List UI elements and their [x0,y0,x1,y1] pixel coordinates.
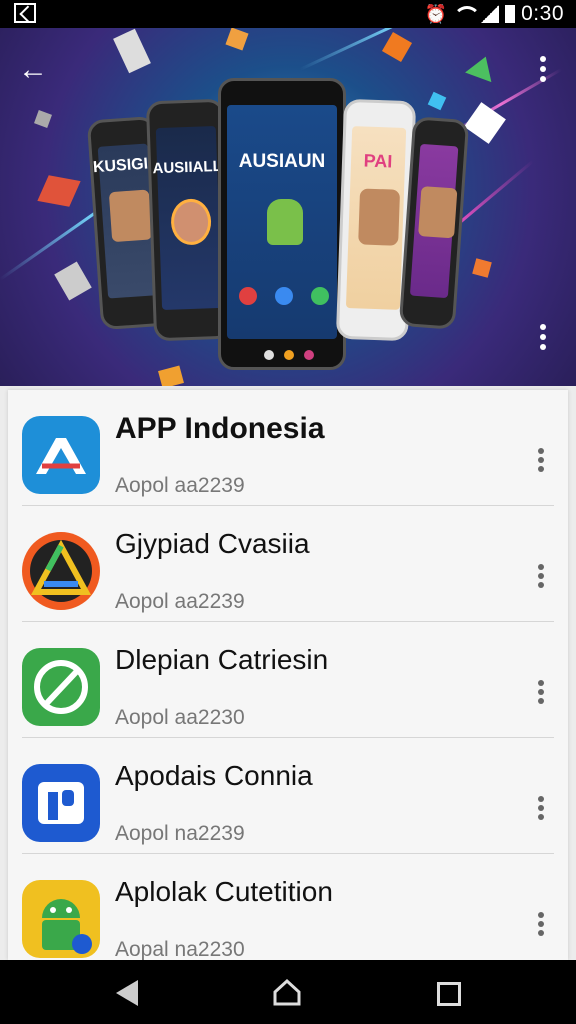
list-item[interactable]: Aplolak Cutetition Aopal na2230 [8,854,568,960]
notification-icon [14,3,36,23]
decor-shape [427,91,447,111]
app-subtitle: Aopol aa2239 [115,590,245,613]
phone-title: PAI [363,150,393,172]
phone-title: AUSIIALL [152,157,223,178]
app-name: Gjypiad Cvasiia [115,528,310,559]
decor-shape [381,31,413,63]
app-name: Apodais Connia [115,760,313,791]
decor-shape [54,261,92,301]
decor-shape [37,175,81,207]
more-vert-icon[interactable] [538,564,546,591]
alarm-icon: ⏰ [424,3,448,24]
triangle-logo-icon [22,532,100,610]
blue-a-logo-icon [22,416,100,494]
app-list-panel: APP Indonesia Aopol aa2239 Gjypiad Cvasi… [0,386,576,960]
wifi-icon [453,6,482,22]
status-time: 0:30 [521,2,564,25]
decor-shape [464,102,506,144]
more-vert-icon[interactable] [538,912,546,939]
back-arrow-icon[interactable]: ← [18,54,50,86]
status-bar: ⏰ 0:30 [0,0,576,28]
app-subtitle: Aopol aa2230 [115,706,245,729]
app-dot-icon [311,287,329,305]
signal-icon [481,5,500,23]
phone-mockup: AUSIAUN [218,78,346,370]
app-list: APP Indonesia Aopol aa2239 Gjypiad Cvasi… [8,390,568,960]
app-dot-icon [239,287,257,305]
list-item[interactable]: Gjypiad Cvasiia Aopol aa2239 [8,506,568,622]
blue-p-logo-icon [22,764,100,842]
page-dot[interactable] [304,350,314,360]
android-icon [22,880,100,958]
decor-shape [472,258,492,278]
navigation-bar [0,960,576,1024]
green-leaf-icon [22,648,100,726]
decor-shape [113,28,151,74]
app-dot-icon [275,287,293,305]
decor-shape [34,110,52,128]
app-subtitle: Aopol na2239 [115,822,245,845]
decor-shape [465,51,499,83]
list-item[interactable]: Apodais Connia Aopol na2239 [8,738,568,854]
page-dot-active[interactable] [284,350,294,360]
phone-title: AUSIAUN [238,151,326,172]
nav-home-icon[interactable] [272,978,302,1006]
app-name: APP Indonesia [115,412,325,445]
android-icon [267,199,303,245]
more-vert-icon[interactable] [538,448,546,475]
app-subtitle: Aopal na2230 [115,938,245,960]
more-vert-icon[interactable] [538,680,546,707]
list-item[interactable]: Dlepian Catriesin Aopol aa2230 [8,622,568,738]
decor-shape [158,365,184,386]
more-vert-icon[interactable] [538,796,546,823]
status-icons: ⏰ 0:30 [425,2,564,26]
decor-shape [225,28,249,51]
person-photo [358,188,401,246]
list-item[interactable]: APP Indonesia Aopol aa2239 [8,390,568,506]
more-vert-icon[interactable] [540,324,548,354]
nav-recents-icon[interactable] [437,982,461,1006]
more-vert-icon[interactable] [540,56,548,86]
person-photo [108,189,153,243]
page-dot[interactable] [264,350,274,360]
app-name: Dlepian Catriesin [115,644,329,675]
app-name: Aplolak Cutetition [115,876,333,907]
app-subtitle: Aopol aa2239 [115,474,245,497]
page-indicator [264,350,314,360]
hero-banner[interactable]: ← KUSIGIIN AUSIIALL AUSIAUN PAI [0,28,576,386]
nav-back-icon[interactable] [116,980,138,1006]
battery-icon [505,5,516,23]
person-photo [418,186,458,239]
